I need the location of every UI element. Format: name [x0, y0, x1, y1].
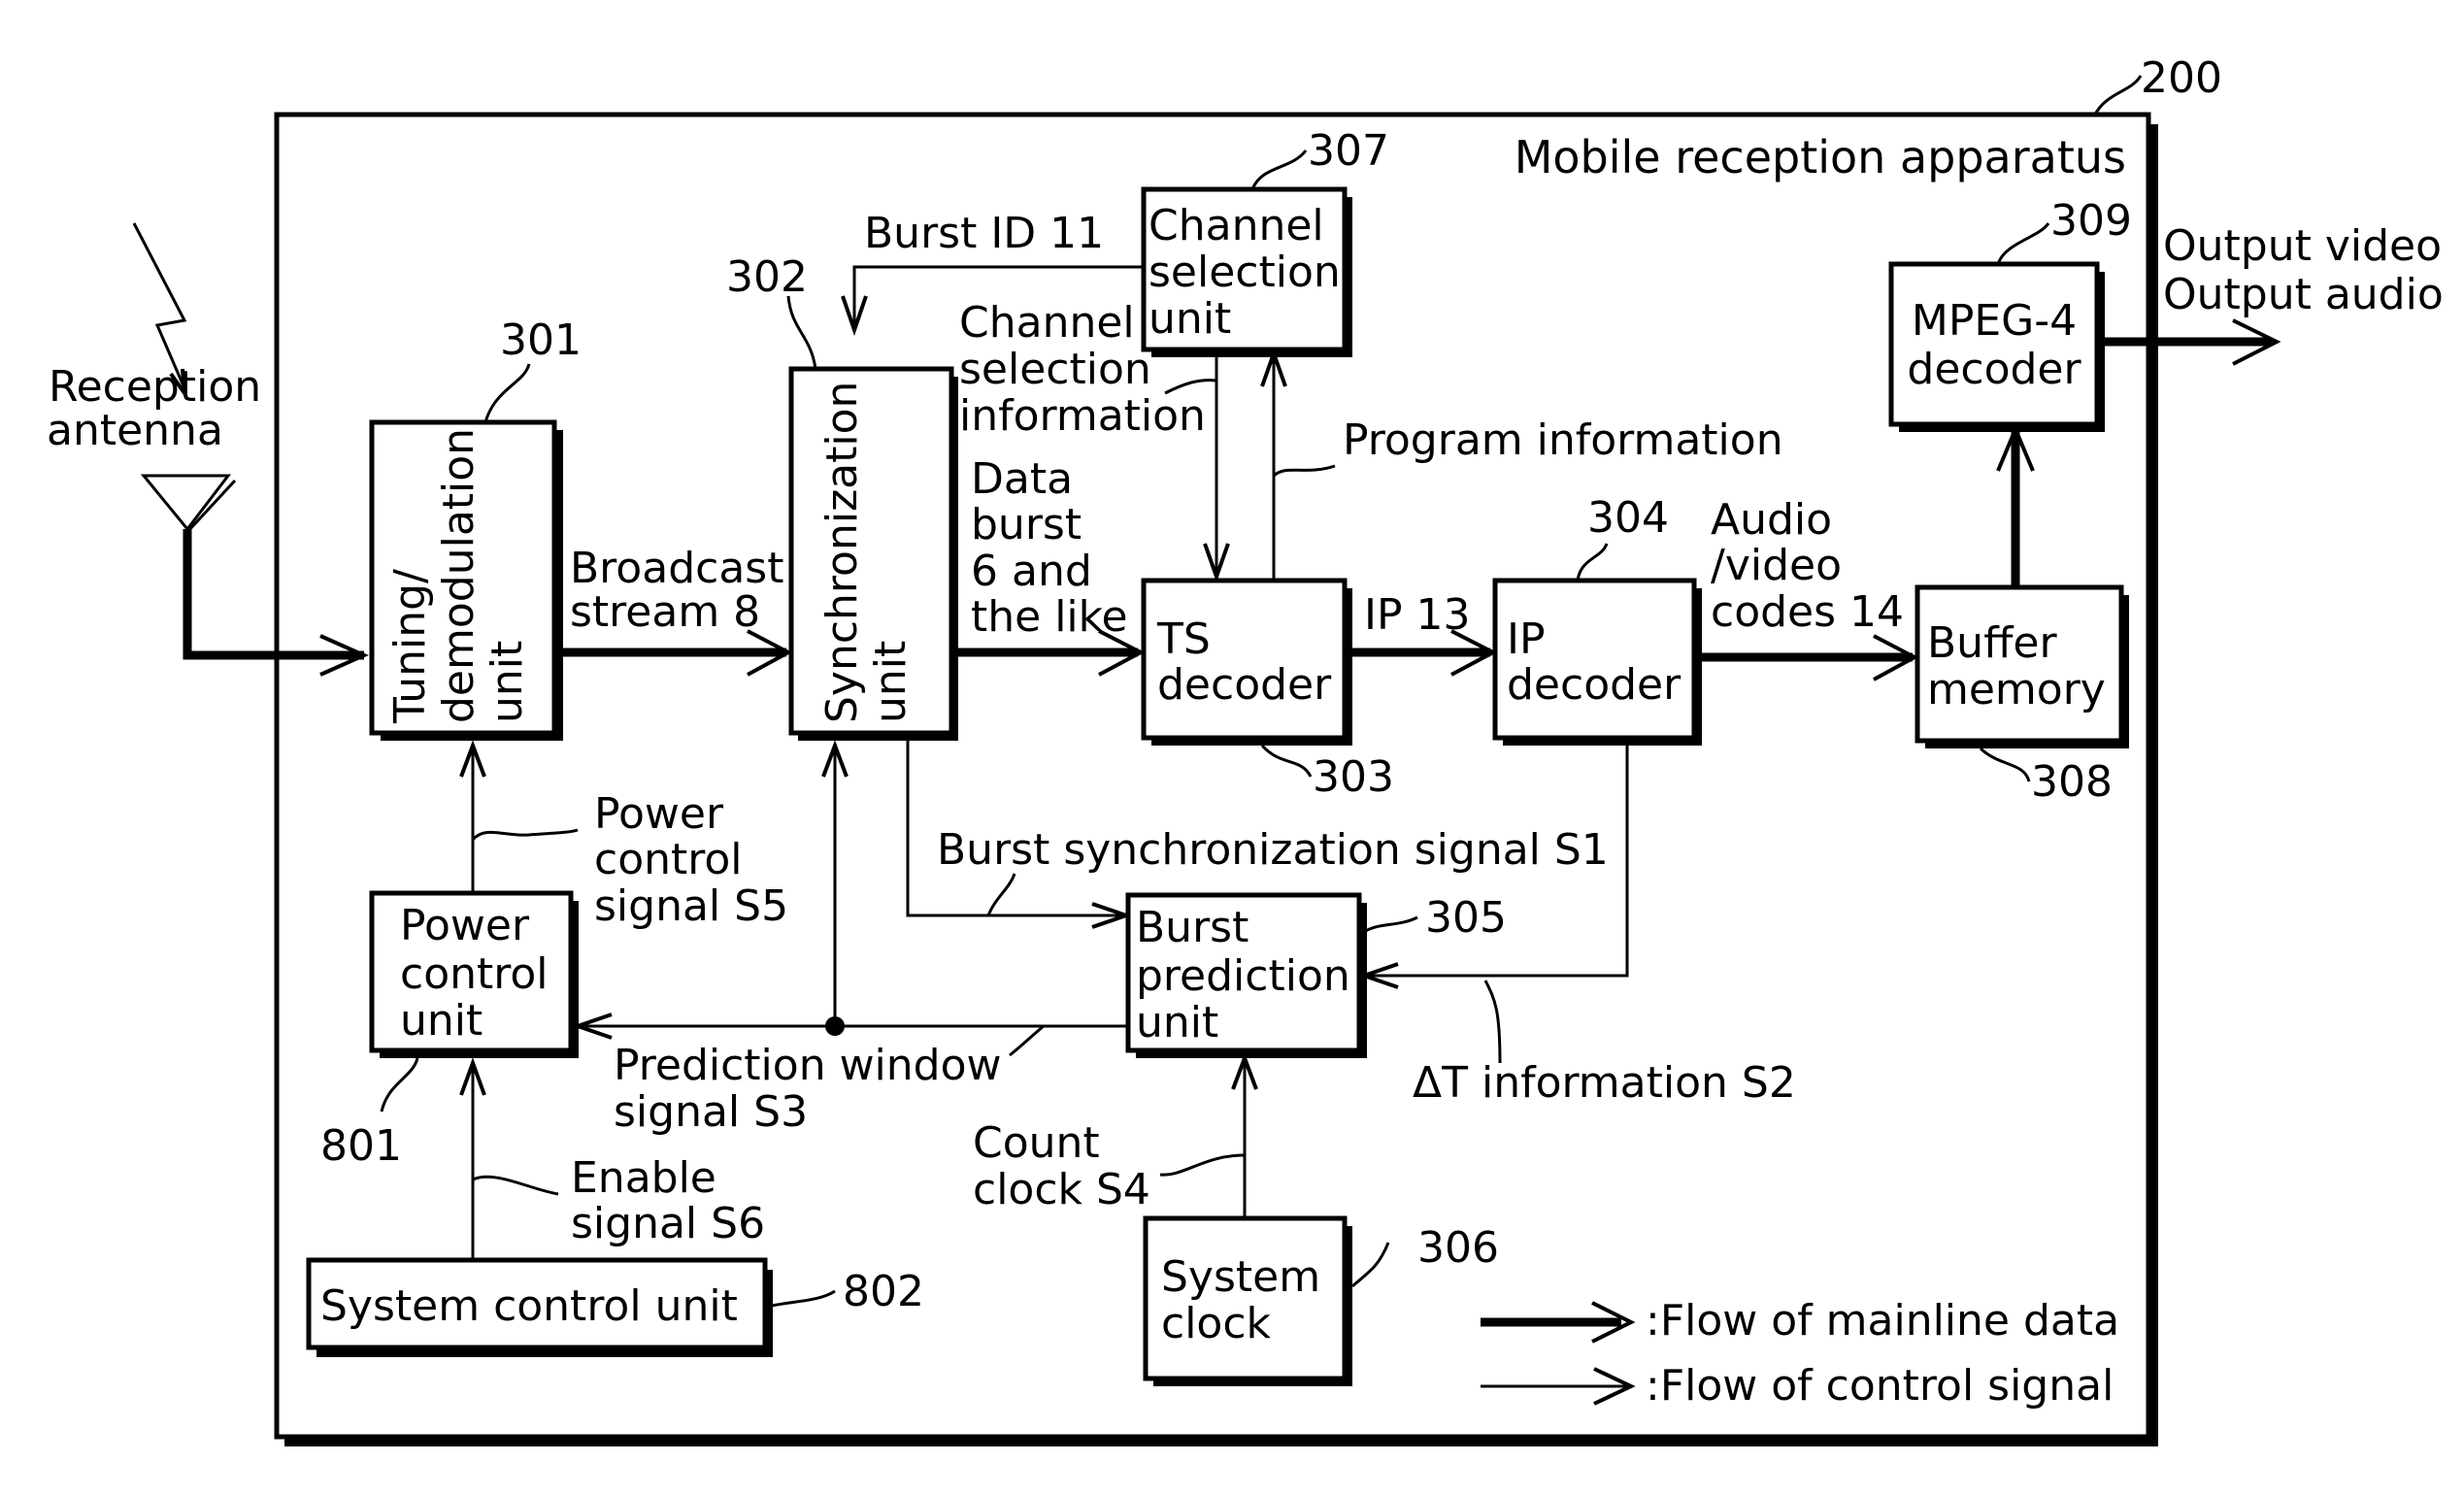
buffer-ref: 308 [2031, 757, 2113, 807]
svg-text:unit: unit [483, 641, 532, 723]
count-clock-s4-label: Count [973, 1118, 1100, 1168]
svg-text:unit: unit [400, 996, 483, 1046]
ip13-label: IP 13 [1364, 590, 1470, 640]
mpeg4-decoder: MPEG-4 decoder [1888, 261, 2105, 432]
channel-sel-info-label-2: selection [959, 345, 1151, 394]
svg-text:Tuning/: Tuning/ [385, 569, 435, 724]
svg-text:unit: unit [1149, 294, 1231, 344]
av-codes-label-3: codes 14 [1711, 587, 1904, 637]
buffer-memory: Buffer memory [1915, 584, 2129, 748]
enable-s6-label: Enable [571, 1153, 716, 1203]
svg-text:Synchronization: Synchronization [817, 382, 867, 723]
svg-text:Buffer: Buffer [1927, 618, 2057, 668]
av-codes-label-2: /video [1711, 541, 1842, 590]
antenna-label-2: antenna [47, 406, 223, 455]
mpeg4-ref: 309 [2050, 196, 2132, 246]
broadcast-stream-label: Broadcast [570, 544, 783, 593]
block-diagram: Mobile reception apparatus 200 Reception… [47, 53, 2444, 1446]
antenna-label: Reception [49, 362, 261, 412]
svg-text:unit: unit [1136, 998, 1218, 1047]
burst-sync-label: Burst synchronization signal S1 [937, 825, 1609, 875]
svg-text:MPEG-4: MPEG-4 [1912, 296, 2077, 346]
legend-control-label: :Flow of control signal [1646, 1361, 2114, 1411]
power-control-s5-label-2: control [594, 835, 743, 884]
count-clock-s4-label-2: clock S4 [973, 1165, 1150, 1214]
system-clock: System clock [1143, 1215, 1352, 1386]
burst-id-label: Burst ID 11 [864, 209, 1104, 258]
svg-text:decoder: decoder [1507, 660, 1682, 710]
tuning-demodulation-unit: Tuning/ demodulation unit [369, 419, 563, 741]
svg-text:System: System [1161, 1252, 1320, 1302]
tuning-ref: 301 [500, 316, 582, 365]
program-info-label: Program information [1343, 415, 1783, 465]
power-control-s5-label: Power [594, 789, 724, 839]
legend-mainline-label: :Flow of mainline data [1646, 1296, 2119, 1346]
power-control-s5-label-3: signal S5 [594, 881, 788, 931]
svg-text:TS: TS [1156, 615, 1211, 664]
channel-ref: 307 [1308, 126, 1389, 176]
svg-text:Power: Power [400, 901, 530, 950]
enable-s6-label-2: signal S6 [571, 1199, 765, 1248]
svg-text:IP: IP [1507, 615, 1546, 664]
synchronization-unit: Synchronization unit [788, 366, 958, 741]
svg-text:Channel: Channel [1149, 201, 1324, 250]
data-burst-label-4: the like [971, 592, 1128, 642]
channel-sel-info-label-3: information [959, 391, 1206, 441]
data-burst-label-3: 6 and [971, 547, 1092, 596]
svg-text:decoder: decoder [1157, 660, 1332, 710]
svg-text:clock: clock [1161, 1299, 1272, 1348]
output-label-2: Output audio [2163, 270, 2444, 319]
apparatus-title: Mobile reception apparatus [1515, 131, 2126, 183]
broadcast-stream-label-2: stream 8 [570, 587, 760, 637]
ip-decoder: IP decoder [1492, 578, 1702, 746]
svg-text:control: control [400, 949, 549, 999]
apparatus-ref: 200 [2141, 53, 2222, 103]
svg-text:unit: unit [866, 641, 916, 723]
svg-text:System control unit: System control unit [320, 1281, 738, 1331]
apparatus-ref-leader [2093, 75, 2143, 116]
ip-ref: 304 [1587, 493, 1669, 543]
prediction-window-label-2: signal S3 [614, 1087, 808, 1137]
output-label: Output video [2163, 221, 2442, 271]
prediction-window-label: Prediction window [614, 1041, 1002, 1090]
system-clock-ref: 306 [1417, 1223, 1499, 1273]
system-control-ref: 802 [843, 1267, 924, 1316]
power-control-unit: Power control unit [369, 890, 579, 1058]
data-burst-label: Data [971, 454, 1073, 504]
ts-ref: 303 [1313, 752, 1394, 802]
ts-decoder: TS decoder [1141, 578, 1352, 746]
av-codes-label: Audio [1711, 495, 1832, 545]
sync-ref: 302 [726, 252, 808, 302]
svg-text:Burst: Burst [1136, 903, 1249, 952]
svg-text:prediction: prediction [1136, 951, 1350, 1001]
channel-sel-info-label: Channel [959, 298, 1135, 348]
power-ref: 801 [320, 1121, 402, 1171]
data-burst-label-2: burst [971, 500, 1082, 549]
svg-text:memory: memory [1927, 665, 2106, 714]
system-control-unit: System control unit [306, 1257, 773, 1357]
svg-text:demodulation: demodulation [434, 428, 483, 723]
svg-text:selection: selection [1149, 248, 1341, 297]
burst-prediction-unit: Burst prediction unit [1125, 892, 1367, 1058]
svg-text:decoder: decoder [1907, 345, 2081, 394]
channel-selection-unit: Channel selection unit [1141, 186, 1352, 357]
delta-t-label: ΔT information S2 [1413, 1058, 1796, 1108]
burst-pred-ref: 305 [1425, 893, 1507, 943]
